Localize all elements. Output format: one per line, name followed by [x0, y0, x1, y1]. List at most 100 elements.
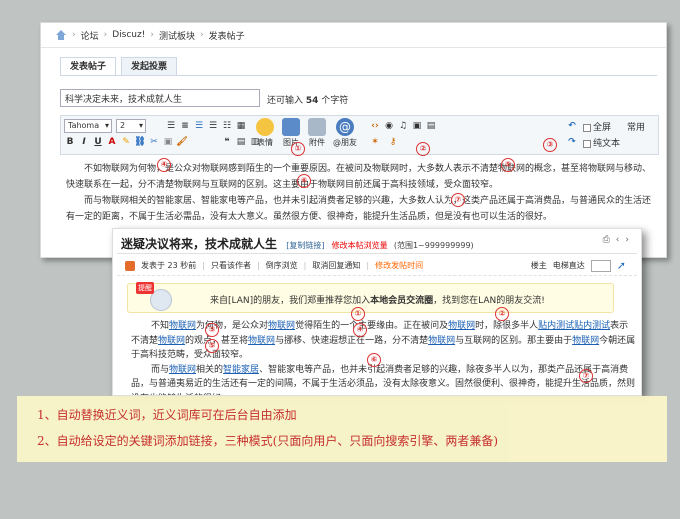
marker-3b: ③: [205, 323, 219, 337]
notice-text: 来自[LAN]的朋友，我们郑重推荐您加入本地会员交流圈，找到您在LAN的朋友交流…: [210, 296, 545, 306]
fullscreen-checkbox[interactable]: [583, 123, 591, 132]
post-time: 发表于 23 秒前: [141, 261, 197, 270]
link-icon[interactable]: ⛓: [134, 136, 146, 148]
marker-6: ⑥: [297, 174, 311, 188]
edit-time-link[interactable]: 修改发帖时间: [375, 260, 423, 271]
highlight-icon[interactable]: ✎: [120, 136, 132, 148]
font-family-select[interactable]: Tahoma: [64, 119, 112, 133]
emoji-button[interactable]: 表情: [255, 118, 275, 148]
cancel-notify-link[interactable]: 取消回复通知: [312, 260, 360, 271]
bold-icon[interactable]: B: [64, 136, 76, 148]
marker-6b: ⑥: [367, 353, 381, 367]
feature-line-2: 2、自动给设定的关键词添加链接，三种模式(只面向用户、只面向搜索引擎、两者兼备): [37, 434, 499, 448]
jump-label: 电梯直达: [552, 261, 585, 270]
hide-icon[interactable]: ▣: [411, 120, 423, 132]
tab-new-poll[interactable]: 发起投票: [121, 57, 178, 76]
floor-input[interactable]: [590, 259, 611, 272]
free-icon[interactable]: ▤: [425, 120, 437, 132]
image-small-icon[interactable]: ▣: [162, 136, 174, 148]
code-icon[interactable]: ▤: [235, 136, 247, 148]
marker-2: ②: [416, 142, 430, 156]
post-meta: 发表于 23 秒前 | 只看该作者 | 倒序浏览 | 取消回复通知 | 修改发帖…: [125, 260, 423, 271]
only-author-link[interactable]: 只看该作者: [211, 260, 251, 271]
marker-4b: ④: [353, 323, 367, 337]
keyword-link[interactable]: 智能家居: [223, 365, 259, 375]
post-title-row: 迷疑决议将来，技术成就人生 [复制链接] 修改本帖浏览量 (范围1~999999…: [121, 235, 474, 252]
keyword-link[interactable]: 物联网: [572, 336, 599, 346]
rendered-post-window: 迷疑决议将来，技术成就人生 [复制链接] 修改本帖浏览量 (范围1~999999…: [112, 228, 642, 396]
editor-toolbar: Tahoma 2 B I U A ✎ ⛓ ✂ ▣ 🖌 ☰ ≡ ☰ ☰ ☷ ▦ ❝…: [60, 115, 659, 155]
keyword-link[interactable]: 物联网: [268, 321, 295, 331]
feature-banner: 1、自动替换近义词，近义词库可在后台自由添加 2、自动给设定的关键词添加链接，三…: [17, 396, 667, 462]
marker-5: ⑤: [501, 158, 515, 172]
undo-icon[interactable]: ↶: [566, 120, 578, 132]
post-title: 迷疑决议将来，技术成就人生: [121, 237, 278, 251]
test-link[interactable]: 贴内测试贴内测试: [538, 321, 610, 331]
keyword-link[interactable]: 物联网: [169, 321, 196, 331]
reverse-order-link[interactable]: 倒序浏览: [266, 260, 298, 271]
floor-label: 楼主: [530, 261, 547, 270]
marker-1: ①: [291, 142, 305, 156]
unlink-icon[interactable]: ✂: [148, 136, 160, 148]
lock-icon[interactable]: ⚷: [387, 136, 399, 148]
floor-nav: 楼主 电梯直达 ➚: [531, 259, 626, 272]
html-icon[interactable]: ‹›: [369, 120, 381, 132]
at-icon: @: [336, 118, 354, 136]
quote-icon[interactable]: ❝: [221, 136, 233, 148]
attachment-button[interactable]: 附件: [307, 118, 327, 148]
fullscreen-toggle[interactable]: 全屏: [583, 120, 611, 133]
keyword-link[interactable]: 物联网: [169, 365, 196, 375]
post-paragraph-2: 而与物联网相关的智能家居、智能家电等产品，也并未引起消费者足够的兴趣，除夜多半人…: [131, 364, 636, 396]
breadcrumb-forum[interactable]: 论坛: [81, 29, 99, 42]
marker-5b: ⑤: [205, 339, 219, 353]
table-icon[interactable]: ▦: [235, 120, 247, 132]
mention-button[interactable]: @ @朋友: [333, 118, 357, 148]
align-left-icon[interactable]: ☰: [193, 120, 205, 132]
align-right-icon[interactable]: ☰: [207, 120, 219, 132]
italic-icon[interactable]: I: [78, 136, 90, 148]
media-icon[interactable]: ♫: [397, 120, 409, 132]
copy-link[interactable]: [复制链接]: [286, 241, 324, 250]
brush-icon[interactable]: 🖌: [176, 136, 188, 148]
pin-icon[interactable]: ✶: [369, 136, 381, 148]
picture-icon: [282, 118, 300, 136]
keyword-link[interactable]: 物联网: [158, 336, 185, 346]
breadcrumb-current: 发表帖子: [208, 31, 245, 42]
font-color-icon[interactable]: A: [106, 136, 118, 148]
editor-paragraph-2: 而与物联网相关的智能家居、智能家电等产品，也并未引起消费者足够的兴趣，大多数人认…: [66, 196, 652, 222]
keyword-link[interactable]: 物联网: [248, 336, 275, 346]
breadcrumb-board[interactable]: 测试板块: [159, 29, 195, 42]
subject-input[interactable]: [60, 89, 260, 107]
views-range: (范围1~999999999): [393, 241, 474, 250]
tab-new-post[interactable]: 发表帖子: [60, 57, 117, 76]
font-size-select[interactable]: 2: [116, 119, 146, 133]
marker-4: ④: [157, 158, 171, 172]
go-icon[interactable]: ➚: [617, 259, 626, 272]
marker-1b: ①: [351, 307, 365, 321]
plaintext-checkbox[interactable]: [583, 139, 591, 148]
local-circle-link[interactable]: 本地会员交流圈: [370, 296, 433, 306]
align-center-icon[interactable]: ≡: [179, 120, 191, 132]
breadcrumb-discuz[interactable]: Discuz!: [112, 30, 145, 40]
paperclip-icon: [308, 118, 326, 136]
edit-views-link[interactable]: 修改本帖浏览量: [332, 241, 388, 250]
post-tabs: 发表帖子 发起投票: [60, 57, 178, 76]
underline-icon[interactable]: U: [92, 136, 104, 148]
keyword-link[interactable]: 物联网: [428, 336, 455, 346]
print-icon[interactable]: ⎙: [603, 235, 610, 245]
indent-icon[interactable]: ☰: [165, 120, 177, 132]
redo-icon[interactable]: ↷: [566, 136, 578, 148]
author-icon[interactable]: [125, 260, 135, 271]
common-toggle[interactable]: 常用: [627, 120, 645, 133]
keyword-link[interactable]: 物联网: [448, 321, 475, 331]
plaintext-toggle[interactable]: 纯文本: [583, 136, 620, 149]
marker-2b: ②: [495, 307, 509, 321]
flash-icon[interactable]: ◉: [383, 120, 395, 132]
marker-3: ③: [543, 138, 557, 152]
prev-icon[interactable]: ‹: [616, 235, 620, 245]
notice-tag: 提醒: [136, 282, 154, 294]
next-icon[interactable]: ›: [625, 235, 629, 245]
list-icon[interactable]: ☷: [221, 120, 233, 132]
home-icon[interactable]: [55, 30, 67, 40]
notice-box: 提醒 来自[LAN]的朋友，我们郑重推荐您加入本地会员交流圈，找到您在LAN的朋…: [127, 282, 614, 313]
